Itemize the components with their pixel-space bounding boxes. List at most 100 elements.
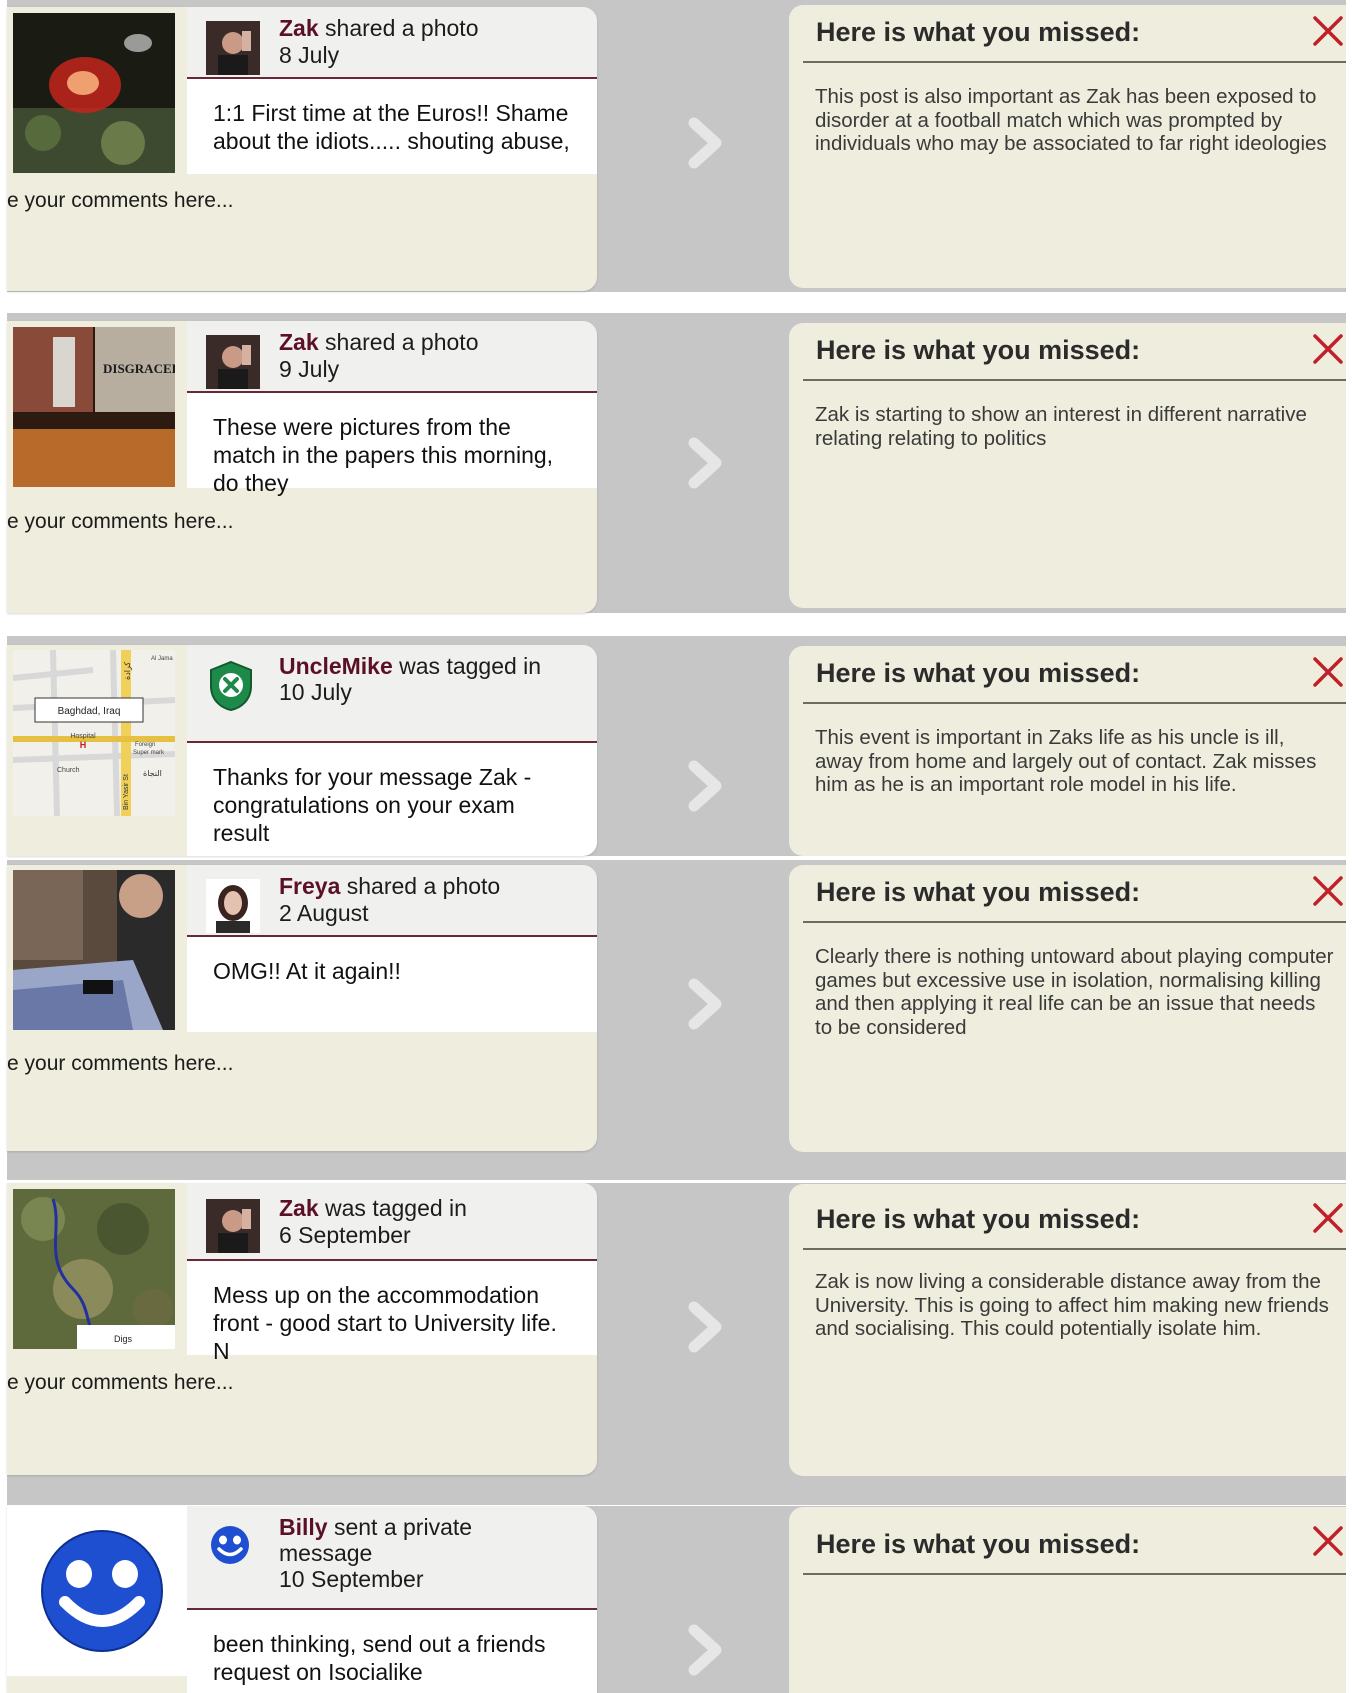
close-x-icon[interactable]	[1312, 1202, 1344, 1234]
post-message: been thinking, send out a friends reques…	[187, 1610, 597, 1693]
post-header: Zak was tagged in 6 September	[187, 1183, 597, 1261]
post-message: These were pictures from the match in th…	[187, 393, 597, 496]
post-card: Billy sent a private message 10 Septembe…	[7, 1506, 597, 1693]
missed-panel: Here is what you missed:	[789, 1507, 1346, 1693]
missed-text: Zak is starting to show an interest in d…	[815, 403, 1307, 450]
post-date: 2 August	[279, 900, 369, 926]
smiley-icon[interactable]	[7, 1506, 187, 1676]
svg-text:Church: Church	[57, 767, 80, 774]
author-name[interactable]: Billy	[279, 1514, 328, 1540]
close-x-icon[interactable]	[1312, 333, 1344, 365]
comment-input[interactable]: e your comments here...	[7, 510, 233, 534]
post-action-cont: message	[279, 1540, 373, 1566]
svg-text:H: H	[80, 740, 87, 750]
post-action: was tagged in	[392, 653, 542, 679]
post-message-text: Mess up on the accommodation front - goo…	[213, 1282, 557, 1364]
comment-input[interactable]: e your comments here...	[7, 1052, 233, 1076]
title-divider	[803, 702, 1346, 704]
chevron-right-icon[interactable]	[686, 1624, 726, 1676]
map-thumbnail[interactable]: Baghdad, Iraq Hospital H Church Foreign …	[13, 650, 175, 816]
post-card: Zak shared a photo 8 July 1:1 First time…	[7, 7, 597, 291]
missed-text: This event is important in Zaks life as …	[815, 726, 1317, 796]
post-message-text: Thanks for your message Zak - congratula…	[213, 764, 532, 846]
svg-text:Bin Yasir St: Bin Yasir St	[123, 774, 130, 810]
post-photo-thumbnail[interactable]	[13, 13, 175, 173]
post-card: Freya shared a photo 2 August OMG!! At i…	[7, 865, 597, 1151]
chevron-right-icon[interactable]	[686, 978, 726, 1030]
missed-title: Here is what you missed:	[816, 1204, 1141, 1234]
svg-text:Hospital: Hospital	[70, 733, 96, 740]
author-name[interactable]: Zak	[279, 329, 319, 355]
missed-title: Here is what you missed:	[816, 658, 1141, 688]
post-header: Zak shared a photo 8 July	[187, 7, 597, 79]
post-card: Baghdad, Iraq Hospital H Church Foreign …	[7, 645, 597, 856]
post-header: UncleMike was tagged in 10 July	[187, 645, 597, 743]
map-thumbnail[interactable]: Digs	[13, 1189, 175, 1349]
avatar[interactable]	[206, 21, 260, 75]
svg-text:كرادة: كرادة	[123, 662, 132, 680]
title-divider	[803, 379, 1346, 381]
missed-panel: Here is what you missed: Clearly there i…	[789, 865, 1346, 1152]
post-header: Zak shared a photo 9 July	[187, 321, 597, 393]
missed-title: Here is what you missed:	[816, 1529, 1141, 1559]
close-x-icon[interactable]	[1312, 875, 1344, 907]
post-photo-thumbnail[interactable]	[13, 870, 175, 1030]
svg-text:Baghdad, Iraq: Baghdad, Iraq	[58, 706, 121, 717]
author-name[interactable]: Zak	[279, 15, 319, 41]
close-x-icon[interactable]	[1312, 656, 1344, 688]
missed-title: Here is what you missed:	[816, 877, 1141, 907]
post-photo-thumbnail[interactable]: DISGRACED	[13, 327, 175, 487]
comment-input[interactable]: e your comments here...	[7, 189, 233, 213]
feed-row-4: Freya shared a photo 2 August OMG!! At i…	[0, 860, 1352, 1180]
title-divider	[803, 1248, 1346, 1250]
feed-row-3: Baghdad, Iraq Hospital H Church Foreign …	[0, 636, 1352, 856]
post-header: Billy sent a private message 10 Septembe…	[187, 1506, 597, 1610]
missed-panel: Here is what you missed: This post is al…	[789, 5, 1346, 288]
post-date: 10 September	[279, 1566, 424, 1592]
missed-panel: Here is what you missed: Zak is now livi…	[789, 1184, 1346, 1476]
close-x-icon[interactable]	[1312, 1525, 1344, 1557]
post-card: DISGRACED Zak shared a photo 9 July Thes…	[7, 321, 597, 613]
shield-x-icon[interactable]	[207, 660, 255, 712]
author-name[interactable]: UncleMike	[279, 653, 393, 679]
post-action: shared a photo	[340, 873, 501, 899]
close-x-icon[interactable]	[1312, 15, 1344, 47]
avatar[interactable]	[206, 1199, 260, 1253]
post-message-text: 1:1 First time at the Euros!! Shame abou…	[213, 100, 570, 154]
post-message: OMG!! At it again!!	[187, 937, 597, 1032]
missed-title: Here is what you missed:	[816, 335, 1141, 365]
post-card: Digs Zak was tagged in 6 September Mess …	[7, 1183, 597, 1475]
post-action: was tagged in	[318, 1195, 467, 1221]
post-date: 8 July	[279, 42, 340, 68]
svg-text:Digs: Digs	[114, 1334, 133, 1344]
svg-text:Al Jama: Al Jama	[151, 656, 173, 662]
post-date: 10 July	[279, 679, 352, 705]
post-message-text: OMG!! At it again!!	[213, 958, 401, 984]
post-date: 6 September	[279, 1222, 411, 1248]
title-divider	[803, 1573, 1346, 1575]
post-message: Thanks for your message Zak - congratula…	[187, 743, 597, 856]
feed-row-1: Zak shared a photo 8 July 1:1 First time…	[0, 0, 1352, 292]
smiley-icon[interactable]	[209, 1524, 251, 1566]
title-divider	[803, 921, 1346, 923]
chevron-right-icon[interactable]	[686, 1301, 726, 1353]
chevron-right-icon[interactable]	[686, 760, 726, 812]
author-name[interactable]: Zak	[279, 1195, 319, 1221]
post-action: shared a photo	[318, 15, 479, 41]
svg-text:Super mark: Super mark	[133, 750, 165, 756]
post-message-text: been thinking, send out a friends reques…	[213, 1631, 546, 1685]
avatar[interactable]	[206, 335, 260, 389]
feed-row-6: Billy sent a private message 10 Septembe…	[0, 1506, 1352, 1693]
comment-input[interactable]: e your comments here...	[7, 1371, 233, 1395]
svg-text:النجاة: النجاة	[143, 769, 162, 778]
missed-text: Zak is now living a considerable distanc…	[815, 1270, 1329, 1340]
missed-title: Here is what you missed:	[816, 17, 1141, 47]
avatar[interactable]	[206, 879, 260, 933]
chevron-right-icon[interactable]	[686, 117, 726, 169]
chevron-right-icon[interactable]	[686, 437, 726, 489]
post-date: 9 July	[279, 356, 340, 382]
post-message: Mess up on the accommodation front - goo…	[187, 1261, 597, 1364]
author-name[interactable]: Freya	[279, 873, 340, 899]
svg-text:Foreign: Foreign	[135, 742, 155, 748]
post-message-text: These were pictures from the match in th…	[213, 414, 554, 496]
